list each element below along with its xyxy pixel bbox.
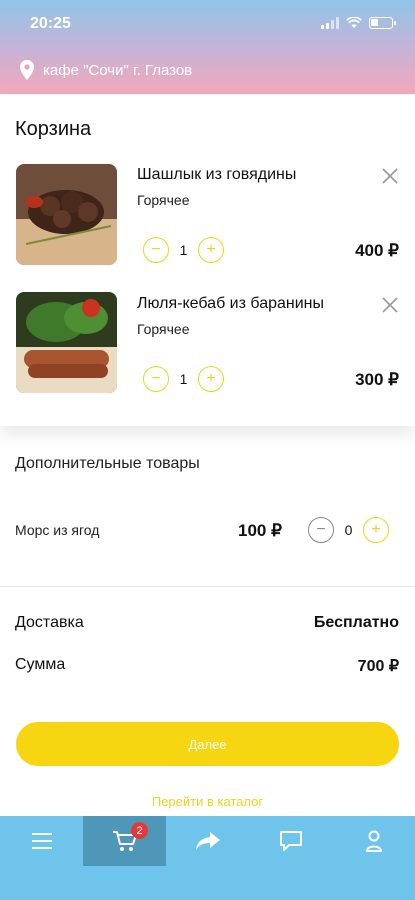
increase-button[interactable]: + <box>363 517 389 543</box>
extra-item-price: 100 ₽ <box>238 521 282 540</box>
page-title: Корзина <box>15 118 92 140</box>
total-label: Сумма <box>15 656 66 673</box>
item-category: Горячее <box>137 321 190 337</box>
increase-button[interactable]: + <box>198 366 224 392</box>
item-price: 400 ₽ <box>355 241 399 260</box>
location-pin-icon <box>20 60 34 80</box>
chat-icon <box>279 831 302 851</box>
tab-share[interactable] <box>166 816 249 866</box>
status-time: 20:25 <box>30 15 71 32</box>
profile-icon <box>365 830 382 852</box>
tab-menu[interactable] <box>0 816 83 866</box>
cart-badge: 2 <box>131 822 148 839</box>
item-image <box>16 164 117 265</box>
item-category: Горячее <box>137 192 190 208</box>
quantity-value: 0 <box>344 522 353 538</box>
tab-cart[interactable]: 2 <box>83 816 166 866</box>
next-button[interactable]: Далее <box>16 722 399 766</box>
item-name: Шашлык из говядины <box>137 166 297 183</box>
total-value: 700 ₽ <box>357 658 399 675</box>
divider <box>0 586 415 587</box>
delivery-label: Доставка <box>15 614 84 631</box>
extra-item-name: Морс из ягод <box>15 522 100 538</box>
location-selector[interactable]: кафе "Сочи" г. Глазов <box>20 60 192 80</box>
quantity-stepper: − 1 + <box>143 366 224 392</box>
quantity-value: 1 <box>179 242 188 258</box>
header: 20:25 кафе "Сочи" г. Глазов <box>0 0 415 94</box>
tab-bar: 2 <box>0 816 415 900</box>
share-icon <box>195 832 220 850</box>
tab-chat[interactable] <box>249 816 332 866</box>
status-icons <box>321 17 396 29</box>
catalog-link[interactable]: Перейти в каталог <box>0 794 415 809</box>
decrease-button[interactable]: − <box>143 366 169 392</box>
item-name: Люля-кебаб из баранины <box>137 295 324 312</box>
signal-icon <box>321 17 339 29</box>
remove-item-button[interactable] <box>380 166 400 186</box>
increase-button[interactable]: + <box>198 237 224 263</box>
quantity-stepper: − 1 + <box>143 237 224 263</box>
extra-quantity-stepper: − 0 + <box>308 517 389 543</box>
close-icon <box>382 168 398 184</box>
close-icon <box>382 297 398 313</box>
location-label: кафе "Сочи" г. Глазов <box>43 61 193 79</box>
delivery-value: Бесплатно <box>313 614 399 631</box>
decrease-button[interactable]: − <box>308 517 334 543</box>
decrease-button[interactable]: − <box>143 237 169 263</box>
status-bar: 20:25 <box>0 0 415 46</box>
remove-item-button[interactable] <box>380 295 400 315</box>
item-price: 300 ₽ <box>355 370 399 389</box>
quantity-value: 1 <box>179 371 188 387</box>
wifi-icon <box>346 17 362 28</box>
tab-profile[interactable] <box>332 816 415 866</box>
battery-icon <box>369 17 396 29</box>
item-image <box>16 292 117 393</box>
menu-icon <box>31 833 52 849</box>
extras-title: Дополнительные товары <box>15 455 200 472</box>
